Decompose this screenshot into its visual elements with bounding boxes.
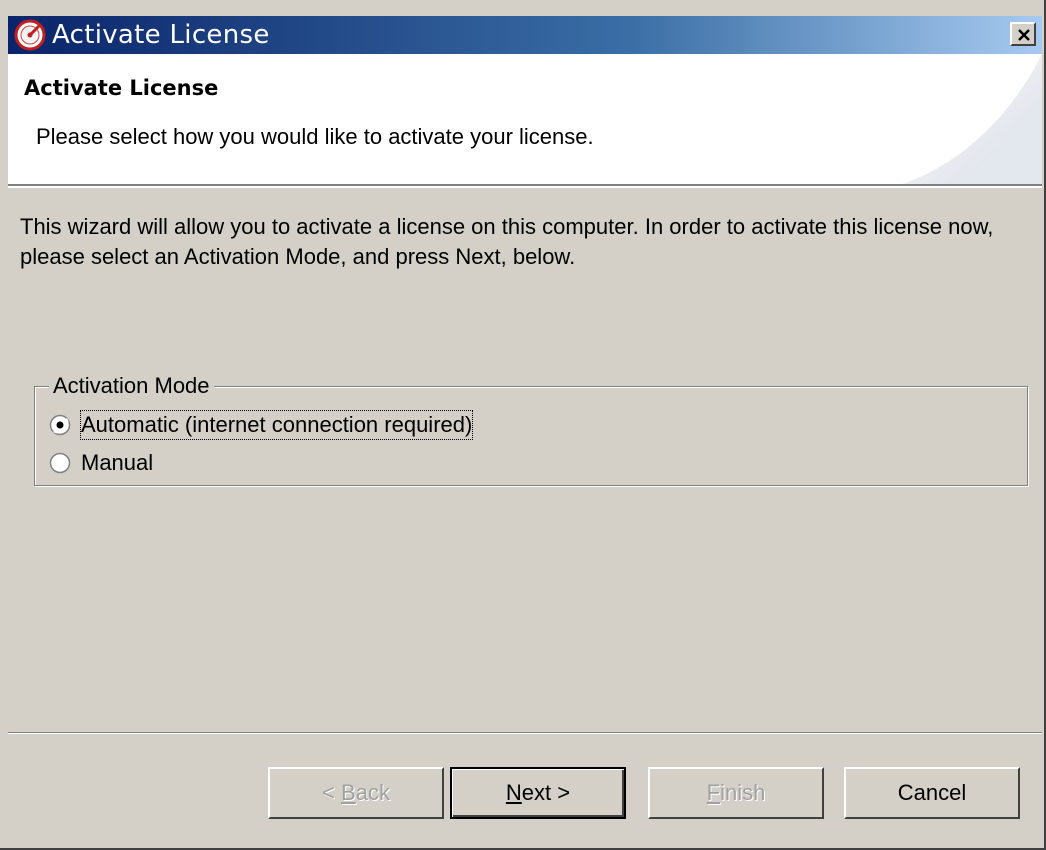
header-divider — [8, 186, 1042, 188]
activation-mode-group: Activation Mode Automatic (internet conn… — [34, 372, 1028, 486]
back-button[interactable]: < Back — [268, 767, 444, 819]
cancel-button-label: Cancel — [897, 780, 967, 805]
close-button[interactable] — [1010, 22, 1036, 46]
intro-text: This wizard will allow you to activate a… — [20, 214, 994, 269]
radio-manual-label[interactable]: Manual — [81, 449, 153, 477]
back-button-accel: B — [341, 780, 356, 805]
cancel-button[interactable]: Cancel — [844, 767, 1020, 819]
radio-unselected-icon[interactable] — [49, 452, 71, 474]
radio-automatic-label[interactable]: Automatic (internet connection required) — [79, 410, 474, 440]
activate-license-dialog: Activate License Activate License Please… — [0, 0, 1046, 850]
window-title: Activate License — [52, 20, 270, 50]
title-bar[interactable]: Activate License — [8, 16, 1042, 54]
speedometer-icon — [14, 19, 46, 51]
close-icon — [1018, 29, 1030, 41]
back-button-prefix: < — [322, 780, 342, 805]
header-swoosh-graphic — [902, 54, 1042, 184]
footer-divider — [8, 732, 1042, 734]
radio-selected-icon[interactable] — [49, 414, 71, 436]
wizard-page-title: Activate License — [24, 76, 219, 100]
next-button-rest: ext > — [521, 780, 571, 805]
finish-button-rest: inish — [720, 780, 766, 805]
finish-button-accel: F — [706, 780, 721, 805]
finish-button[interactable]: Finish — [648, 767, 824, 819]
next-button[interactable]: Next > — [450, 767, 626, 819]
wizard-page-description: Please select how you would like to acti… — [36, 124, 594, 149]
activation-mode-legend: Activation Mode — [49, 372, 214, 400]
wizard-header: Activate License Please select how you w… — [8, 54, 1042, 186]
next-button-accel: N — [505, 780, 522, 805]
back-button-rest: ack — [355, 780, 390, 805]
